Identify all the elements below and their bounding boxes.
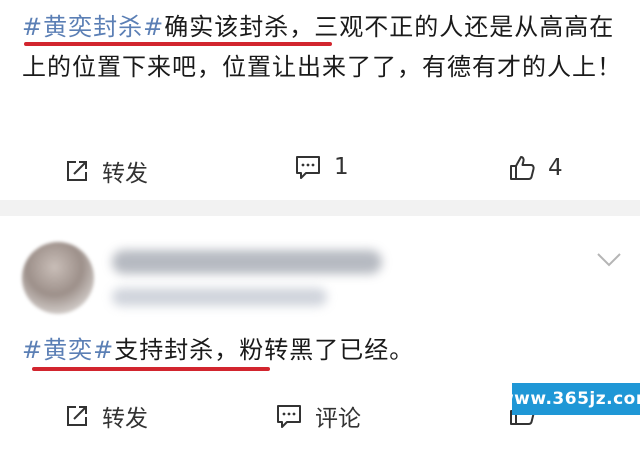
like-button[interactable]: 4: [508, 154, 563, 182]
post-text: #黄奕#支持封杀，粉转黑了已经。: [22, 330, 622, 370]
section-divider: [0, 200, 640, 216]
hashtag-link[interactable]: #黄奕封杀#: [22, 13, 164, 41]
comment-button[interactable]: 1: [294, 154, 349, 180]
repost-button[interactable]: 转发: [64, 399, 148, 433]
site-watermark: www.365jz.com: [498, 383, 640, 415]
comment-icon: [277, 405, 301, 428]
blurred-username: [112, 250, 382, 274]
comment-button[interactable]: 评论: [275, 399, 361, 433]
red-underline-annotation: [32, 367, 270, 371]
comment-count: 1: [334, 154, 349, 180]
comment-icon: [296, 156, 320, 179]
comment-label: 评论: [315, 406, 361, 432]
repost-label: 转发: [102, 406, 148, 432]
red-underline-annotation: [24, 42, 332, 46]
repost-icon: [67, 406, 87, 426]
hashtag-link[interactable]: #黄奕#: [22, 336, 114, 364]
post-text: #黄奕封杀#确实该封杀，三观不正的人还是从高高在上的位置下来吧，位置让出来了了，…: [22, 7, 622, 87]
blurred-post-meta: [112, 288, 327, 306]
action-bar: 转发 1 4: [0, 140, 640, 200]
repost-label: 转发: [102, 161, 148, 187]
chevron-down-icon[interactable]: [596, 251, 622, 269]
avatar[interactable]: [22, 242, 94, 314]
repost-icon: [67, 161, 87, 181]
post-body: 支持封杀，粉转黑了已经。: [114, 336, 415, 364]
repost-button[interactable]: 转发: [64, 154, 148, 188]
like-count: 4: [548, 155, 563, 181]
like-icon: [510, 156, 535, 180]
